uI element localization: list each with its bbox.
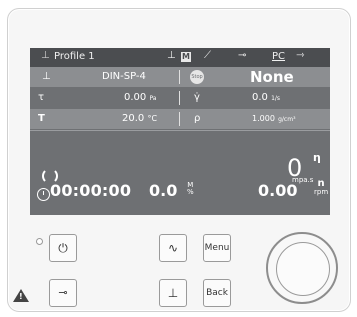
key-icon: ⊸ [58,286,68,299]
ramp-icon: ⟋ [204,50,211,61]
temperature-value: 20.0 [122,113,145,124]
probe-icon: ⊥ [41,50,50,61]
status-led [36,238,43,245]
section-divider [30,130,330,131]
row-divider [179,112,180,126]
torque-unit: M% [187,182,194,196]
temperature-readout: 20.0 °C [122,113,157,124]
density-value: 1.000 [252,114,275,123]
spindle-icon: ⊥ [167,286,179,300]
spindle-name: DIN-SP-4 [102,71,146,82]
menu-button[interactable]: Menu [203,234,231,262]
row-divider [179,70,180,84]
spindle-button[interactable]: ⊥ [159,279,187,307]
temperature-row: T 20.0 °C ρ 1.000 g/cm³ [30,109,330,129]
shear-rate-unit: 1/s [271,95,281,102]
speed-unit: rpm [314,188,329,196]
torque-value: 0.0 [149,181,178,200]
shear-rate-value: 0.0 [252,92,268,103]
density-readout: 1.000 g/cm³ [252,113,295,124]
mode-badge: M [181,52,191,62]
key-status-icon: ⊸ [238,50,247,61]
stop-icon: Stop [190,70,204,84]
temperature-label: T [38,113,45,124]
torque-label-bottom: % [187,188,194,196]
spindle-icon: ⊥ [42,71,51,82]
shear-row: τ 0.00 Pa γ̇ 0.0 1/s [30,88,330,108]
viscosity-symbol: η [313,151,321,164]
profile-status-value: None [250,68,294,86]
row-divider [179,91,180,105]
spindle-row: ⊥ DIN-SP-4 Stop None [30,67,330,87]
rotary-knob[interactable] [266,232,338,304]
shear-stress-unit: Pa [149,95,157,102]
speed-value: 0.00 [258,181,298,200]
pc-connection-label: PC [272,51,286,62]
elapsed-timer: 00:00:00 [50,181,132,200]
profile-title: Profile 1 [54,51,95,62]
rotary-knob-center[interactable] [276,242,330,296]
display-screen: ⊥ Profile 1 ⊥ M ⟋ ⊸ PC ⇾ ⊥ DIN-SP-4 Stop… [30,48,330,215]
graph-button[interactable]: ∿ [159,234,187,262]
graph-icon: ∿ [167,241,179,255]
warning-icon [13,289,29,302]
usb-icon: ⇾ [296,50,305,61]
power-button[interactable]: ⏻ [49,234,77,262]
density-label: ρ [194,113,201,124]
speed-unit-block: n rpm [314,179,329,197]
shear-rate-label: γ̇ [194,92,200,103]
lock-button[interactable]: ⊸ [49,279,77,307]
clock-icon [37,188,50,201]
shear-stress-value: 0.00 [124,92,147,103]
shear-rate-readout: 0.0 1/s [252,92,280,103]
back-button[interactable]: Back [203,279,231,307]
status-bar: ⊥ Profile 1 ⊥ M ⟋ ⊸ PC ⇾ [30,48,330,67]
temperature-unit: °C [147,114,158,123]
balance-icon: ⊥ [167,50,176,61]
shear-stress-readout: 0.00 Pa [124,92,156,103]
density-unit: g/cm³ [278,116,296,123]
power-icon: ⏻ [58,241,68,255]
shear-stress-label: τ [38,92,45,103]
